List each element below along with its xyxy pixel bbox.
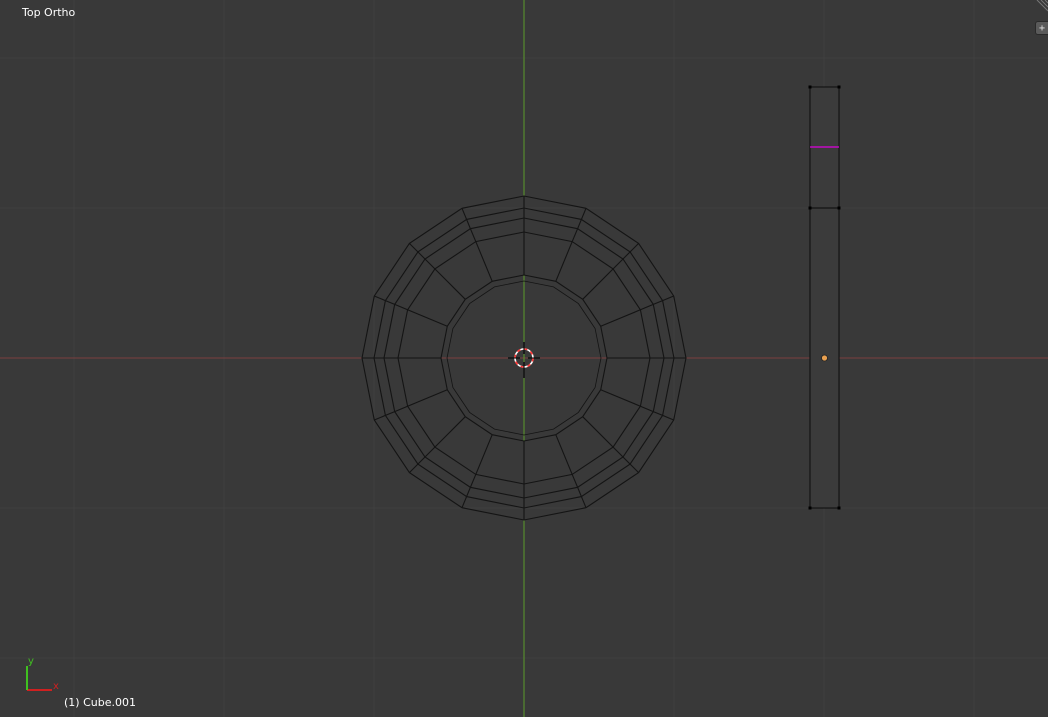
ring-spoke — [409, 416, 466, 473]
vertex — [837, 85, 841, 89]
vertex — [808, 206, 812, 210]
bar-mesh-object[interactable] — [808, 85, 841, 510]
ring-spoke — [461, 434, 493, 508]
ring-spoke — [374, 389, 448, 421]
ring-spoke — [600, 295, 674, 327]
gizmo-y-label: y — [28, 656, 34, 667]
ring-spoke — [582, 416, 639, 473]
ring-spoke — [461, 208, 493, 282]
gizmo-x-label: x — [53, 681, 59, 692]
axis-gizmo: xy — [26, 656, 59, 692]
ring-spoke — [555, 208, 587, 282]
ring-spoke — [374, 295, 448, 327]
bar-outline — [809, 86, 840, 509]
vertex — [808, 85, 812, 89]
ring-spoke — [582, 243, 639, 300]
area-split-corner-icon[interactable] — [1034, 0, 1048, 14]
ring-spoke — [409, 243, 466, 300]
ring-spoke — [600, 389, 674, 421]
active-object-info: (1) Cube.001 — [64, 696, 136, 709]
ring-spoke — [555, 434, 587, 508]
toolshelf-toggle-button[interactable]: + — [1035, 21, 1048, 35]
vertex — [837, 206, 841, 210]
object-origin-icon — [821, 354, 828, 362]
vertex — [808, 506, 812, 510]
viewport-scene[interactable]: xy — [0, 0, 1048, 717]
view-name-label: Top Ortho — [22, 6, 76, 19]
vertex — [837, 506, 841, 510]
3d-viewport[interactable]: xy Top Ortho (1) Cube.001 + — [0, 0, 1048, 717]
